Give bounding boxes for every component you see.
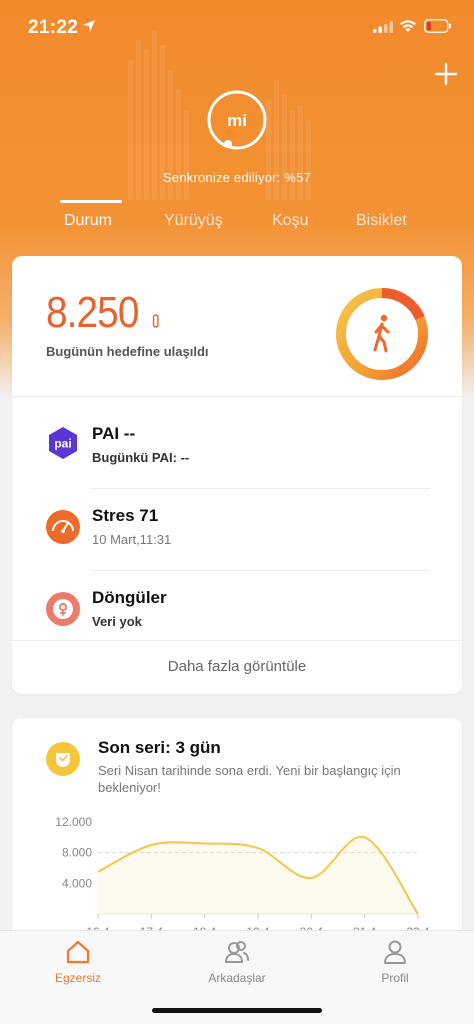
steps-chart-svg: 12.0008.0004.00016.417.418.419.420.421.4… bbox=[55, 815, 430, 939]
steps-unit-icon bbox=[152, 314, 159, 328]
wifi-icon bbox=[400, 20, 416, 32]
battery-low-icon bbox=[424, 19, 451, 33]
stress-title: Stres 71 bbox=[92, 506, 159, 525]
mi-logo-icon: mi bbox=[207, 90, 267, 150]
tab-yuruyus[interactable]: Yürüyüş bbox=[164, 212, 223, 230]
stress-subtitle: 10 Mart,11:31 bbox=[92, 532, 172, 547]
cycle-icon bbox=[46, 592, 80, 626]
show-more-label: Daha fazla görüntüle bbox=[167, 658, 307, 675]
cycle-title: Döngüler bbox=[92, 588, 167, 607]
steps-chart: 12.0008.0004.00016.417.418.419.420.421.4… bbox=[32, 808, 442, 948]
device-sync-indicator[interactable]: mi bbox=[206, 89, 268, 151]
streak-card[interactable]: Son seri: 3 gün Seri Nisan tarihinde son… bbox=[12, 718, 462, 958]
status-bar: 21:22 bbox=[0, 0, 474, 56]
stress-row[interactable]: Stres 71 10 Mart,11:31 bbox=[12, 488, 462, 568]
y-tick-label: 8.000 bbox=[62, 846, 92, 860]
pai-row[interactable]: pai PAI -- Bugünkü PAI: -- bbox=[12, 406, 462, 486]
active-tab-indicator bbox=[60, 200, 122, 203]
location-arrow-icon bbox=[83, 20, 95, 32]
stress-gauge-icon bbox=[46, 510, 80, 544]
pai-icon: pai bbox=[49, 427, 77, 459]
y-tick-label: 12.000 bbox=[55, 815, 92, 829]
divider bbox=[12, 640, 462, 641]
activity-tabs: Durum Yürüyüş Koşu Bisiklet bbox=[0, 196, 474, 240]
tab-durum[interactable]: Durum bbox=[64, 212, 112, 230]
streak-description: Seri Nisan tarihinde sona erdi. Yeni bir… bbox=[98, 763, 401, 795]
logo-text: mi bbox=[227, 111, 247, 130]
streak-badge-icon bbox=[46, 742, 80, 776]
cellular-signal-icon bbox=[373, 21, 393, 33]
steps-count[interactable]: 8.250 bbox=[46, 288, 139, 338]
friends-icon bbox=[225, 941, 249, 963]
goal-status-text: Bugünün hedefine ulaşıldı bbox=[46, 344, 209, 359]
tab-bisiklet[interactable]: Bisiklet bbox=[356, 212, 407, 230]
cycle-subtitle: Veri yok bbox=[92, 614, 142, 629]
tabbar-profile[interactable]: Profil bbox=[345, 939, 445, 985]
tabbar-exercise-label: Egzersiz bbox=[54, 971, 101, 985]
profile-icon bbox=[384, 940, 406, 964]
y-tick-label: 4.000 bbox=[62, 876, 92, 890]
pai-title: PAI -- bbox=[92, 424, 136, 443]
show-more-button[interactable]: Daha fazla görüntüle bbox=[12, 646, 462, 686]
tabbar-friends[interactable]: Arkadaşlar bbox=[187, 939, 287, 985]
tab-kosu[interactable]: Koşu bbox=[272, 212, 308, 230]
tabbar-exercise[interactable]: Egzersiz bbox=[28, 939, 128, 985]
pai-subtitle: Bugünkü PAI: -- bbox=[92, 450, 190, 465]
status-card: 8.250 Bugünün hedefine ulaşıldı pai PAI … bbox=[12, 256, 462, 694]
divider bbox=[12, 396, 462, 397]
streak-title: Son seri: 3 gün bbox=[98, 738, 221, 757]
pai-icon-text: pai bbox=[54, 437, 71, 451]
add-button[interactable] bbox=[432, 60, 460, 88]
cycle-row[interactable]: Döngüler Veri yok bbox=[12, 570, 462, 650]
sync-status-text: Senkronize ediliyor: %57 bbox=[163, 170, 311, 185]
tabbar-friends-label: Arkadaşlar bbox=[208, 971, 266, 985]
tabbar-profile-label: Profil bbox=[381, 971, 409, 985]
home-icon bbox=[66, 940, 90, 964]
status-time: 21:22 bbox=[28, 17, 79, 38]
steps-goal-ring[interactable] bbox=[334, 286, 430, 382]
home-indicator bbox=[152, 1008, 322, 1013]
